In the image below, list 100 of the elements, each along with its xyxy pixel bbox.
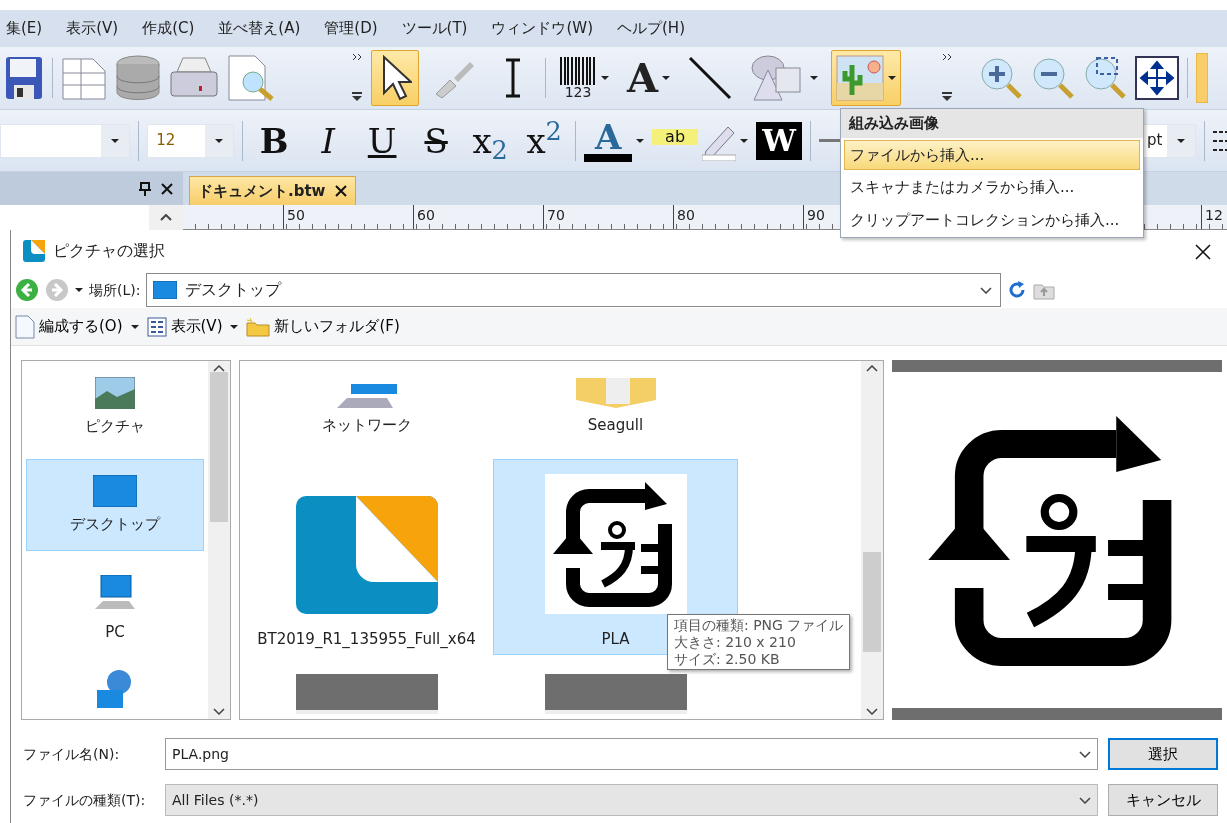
menu-item[interactable]: ツール(T) — [401, 17, 468, 40]
landscape-icon — [95, 376, 135, 409]
text-tool[interactable]: A — [622, 50, 676, 106]
font-color-button[interactable]: A — [585, 119, 632, 154]
location-combo[interactable]: デスクトップ — [146, 273, 1002, 307]
chevron-down-icon[interactable] — [1079, 796, 1091, 804]
menu-item[interactable]: ウィンドウ(W) — [491, 17, 593, 40]
ruler-number: 80 — [673, 205, 803, 229]
zoom-in-icon[interactable] — [979, 56, 1024, 100]
select-button[interactable]: 選択 — [1108, 738, 1218, 770]
caret-icon[interactable] — [601, 76, 609, 80]
caret-icon[interactable] — [75, 288, 83, 292]
computer-icon — [336, 383, 397, 408]
nav-item[interactable]: ピクチャ — [26, 367, 204, 447]
ruler-number: 12 — [1201, 205, 1227, 229]
file-item[interactable]: ネットワーク — [244, 361, 489, 441]
chevron-down-icon[interactable] — [213, 708, 225, 715]
nav-item[interactable]: PC — [26, 563, 204, 655]
ruler-number: 60 — [413, 205, 543, 229]
save-icon[interactable] — [6, 55, 44, 101]
caret-icon[interactable] — [810, 76, 819, 80]
caret-icon[interactable] — [888, 76, 897, 80]
view-grid-icon — [146, 316, 167, 337]
scroll-up-button[interactable] — [149, 205, 183, 230]
caret-icon[interactable] — [636, 138, 645, 143]
menu-item[interactable]: 並べ替え(A) — [218, 17, 301, 40]
pointer-tool[interactable] — [371, 50, 419, 106]
menu-item[interactable]: ファイルから挿入... — [844, 139, 1140, 170]
chevron-down-icon[interactable] — [980, 287, 993, 294]
italic-button[interactable]: I — [305, 123, 352, 158]
chevron-up-icon[interactable] — [866, 365, 878, 372]
pin-icon[interactable] — [139, 181, 151, 196]
new-folder-command[interactable]: 新しいフォルダ(F) — [246, 315, 400, 338]
toolbar-grip-icon[interactable] — [941, 52, 954, 104]
superscript-button[interactable]: x$^{2}$ — [521, 123, 568, 158]
file-item[interactable]: Seagull — [493, 361, 738, 441]
font-size-combo[interactable]: 12 — [147, 123, 235, 158]
location-label: 場所(L): — [89, 280, 141, 300]
menu-item[interactable]: 管理(D) — [324, 17, 378, 40]
dialog-title: ピクチャの選択 — [53, 240, 165, 262]
caret-icon[interactable] — [1177, 138, 1186, 143]
bold-button[interactable]: B — [251, 123, 298, 158]
new-folder-icon — [246, 316, 271, 337]
view-command[interactable]: 表示(V) — [146, 315, 223, 338]
line-icon — [688, 56, 733, 100]
caret-icon[interactable] — [662, 76, 671, 80]
ruler-number: 70 — [543, 205, 673, 229]
printer-icon[interactable] — [169, 56, 219, 100]
text-cursor-icon — [503, 58, 523, 98]
app-logo-icon — [23, 240, 45, 262]
scroll-thumb[interactable] — [210, 372, 228, 522]
color-bar-icon — [584, 153, 633, 162]
underline-button[interactable]: U — [359, 123, 406, 158]
field-label: ファイルの種類(T): — [23, 790, 147, 810]
menu-header: 組み込み画像 — [841, 109, 1143, 138]
menu-item[interactable]: 作成(C) — [142, 17, 195, 40]
toolbar-grip-icon[interactable] — [351, 52, 363, 104]
database-icon[interactable] — [115, 54, 161, 102]
menu-item[interactable]: ヘルプ(H) — [617, 17, 685, 40]
scrollbar[interactable] — [208, 361, 230, 719]
document-tab[interactable]: ドキュメント.btw — [189, 176, 357, 205]
caret-icon[interactable] — [111, 138, 120, 143]
barcode-caption: 123 — [564, 85, 592, 99]
page-icon — [15, 314, 35, 339]
caret-icon[interactable] — [215, 138, 224, 143]
inverse-button[interactable]: W — [756, 121, 803, 160]
chevron-up-icon[interactable] — [213, 365, 225, 372]
fit-page-icon[interactable] — [1135, 56, 1180, 100]
file-type-combo[interactable]: All Files (*.*) — [165, 784, 1098, 816]
ruler-number: 50 — [283, 205, 413, 229]
menu-item[interactable]: 集(E) — [6, 17, 43, 40]
text-tool-glyph: A — [627, 58, 659, 98]
organize-command[interactable]: 編成する(O) — [15, 314, 123, 339]
subscript-button[interactable]: x$_{2}$ — [467, 123, 514, 158]
barcode-icon — [559, 57, 597, 85]
desktop-icon — [93, 474, 137, 507]
back-icon[interactable] — [15, 278, 39, 302]
close-icon[interactable] — [161, 182, 173, 195]
chevron-down-icon[interactable] — [866, 708, 878, 715]
nav-item[interactable]: デスクトップ — [26, 459, 204, 551]
cancel-button[interactable]: キャンセル — [1108, 784, 1218, 816]
caret-icon[interactable] — [230, 324, 239, 329]
strikethrough-button[interactable]: S — [413, 123, 460, 158]
scrollbar[interactable] — [861, 361, 883, 719]
file-name-field[interactable]: PLA.png — [165, 738, 1098, 770]
caret-icon[interactable] — [130, 324, 139, 329]
barcode-tool[interactable]: 123 — [554, 50, 614, 106]
zoom-out-icon[interactable] — [1031, 56, 1076, 100]
menu-item[interactable]: スキャナまたはカメラから挿入... — [844, 172, 1140, 203]
cactus-picture-icon — [836, 55, 885, 101]
highlight-button[interactable]: ab — [652, 128, 699, 145]
caret-icon[interactable] — [740, 138, 749, 143]
chevron-down-icon[interactable] — [1079, 750, 1091, 758]
scroll-thumb[interactable] — [863, 552, 881, 652]
zoom-area-icon[interactable] — [1083, 56, 1128, 100]
close-icon[interactable] — [335, 185, 348, 197]
file-item[interactable]: BT2019_R1_135955_Full_x64 — [244, 459, 489, 655]
chevron-up-icon[interactable] — [160, 214, 172, 221]
close-icon[interactable] — [1195, 243, 1211, 260]
menu-item[interactable]: 表示(V) — [66, 17, 119, 40]
